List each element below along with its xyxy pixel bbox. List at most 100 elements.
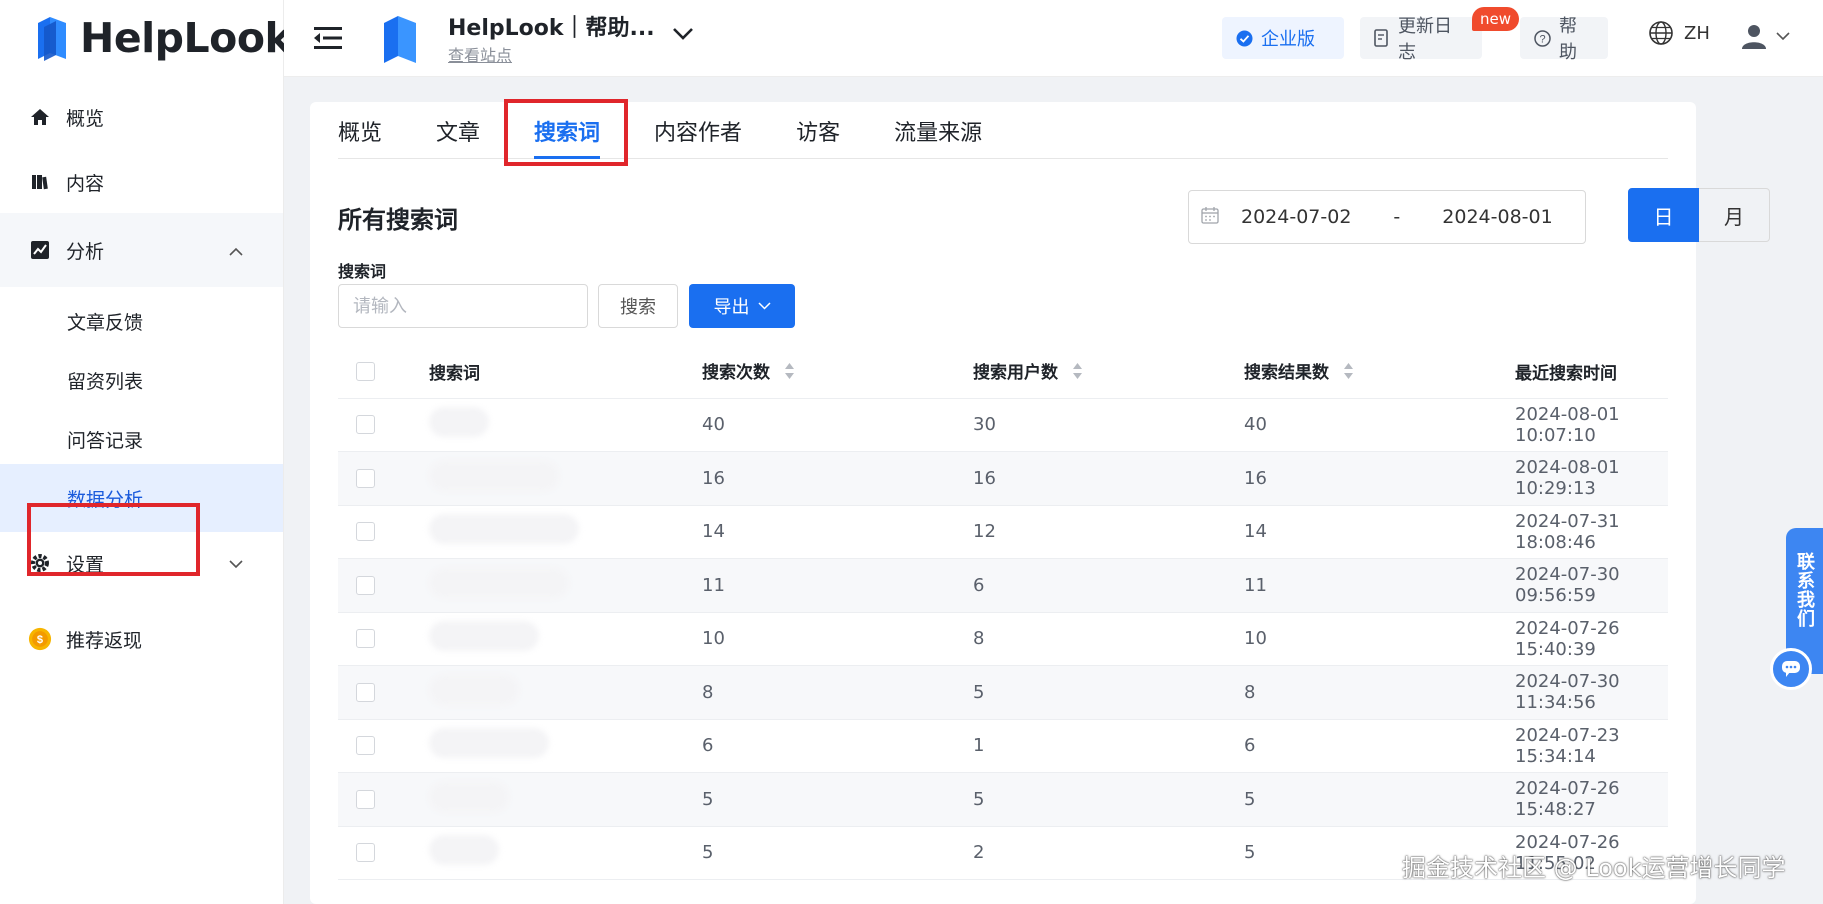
sidebar-item-analysis[interactable]: 分析 [0,213,283,287]
table-row[interactable]: 16 16 16 2024-08-01 10:29:13 [338,452,1668,506]
search-terms-table: 搜索词 搜索次数 搜索用户数 搜索结果数 最近搜索时间 40 30 40 2024-0… [338,345,1668,880]
table-row[interactable]: 11 6 11 2024-07-30 09:56:59 [338,559,1668,613]
chevron-down-icon[interactable] [672,26,694,45]
table-header-row: 搜索词 搜索次数 搜索用户数 搜索结果数 最近搜索时间 [338,345,1668,399]
language-switcher[interactable]: ZH [1648,20,1710,46]
row-select-cell [338,843,429,863]
tab-articles[interactable]: 文章 [436,102,480,159]
sort-icon[interactable] [784,362,795,385]
help-label: 帮助 [1559,16,1577,63]
calendar-icon [1201,206,1219,229]
tab-content-authors[interactable]: 内容作者 [654,102,742,159]
sidebar-item-settings[interactable]: 设置 [0,526,283,600]
section-title: 所有搜索词 [338,206,458,234]
row-checkbox[interactable] [356,629,375,649]
changelog-button[interactable]: 更新日志 [1360,16,1482,63]
row-checkbox[interactable] [356,736,375,756]
cell-last-search-time: 2024-07-26 15:48:27 [1515,778,1620,821]
enterprise-button[interactable]: 企业版 [1222,17,1344,59]
chat-bubble-icon[interactable] [1770,648,1812,690]
row-select-cell [338,789,429,809]
table-row[interactable]: 40 30 40 2024-08-01 10:07:10 [338,399,1668,452]
help-button[interactable]: ? 帮助 [1520,16,1608,63]
col-header-users[interactable]: 搜索用户数 [973,358,1244,385]
row-checkbox[interactable] [356,468,375,488]
sidebar-sub-leads-list[interactable]: 留资列表 [0,346,283,414]
cell-last-search-time: 2024-08-01 10:29:13 [1515,457,1620,500]
cell-results: 40 [1244,414,1267,436]
cell-users: 30 [973,414,996,436]
user-avatar-icon [1740,22,1768,50]
tab-search-terms[interactable]: 搜索词 [534,102,601,159]
row-checkbox[interactable] [356,575,375,595]
date-end[interactable]: 2024-08-01 [1442,206,1552,228]
svg-text:?: ? [1539,33,1545,45]
tab-visitors[interactable]: 访客 [796,102,840,159]
cell-searches: 16 [702,467,725,489]
sidebar-item-overview[interactable]: 概览 [0,80,283,154]
svg-text:$: $ [37,634,43,646]
date-start[interactable]: 2024-07-02 [1241,206,1351,228]
col-header-label: 搜索结果数 [1244,363,1329,383]
search-term-input[interactable] [338,284,588,328]
sort-icon[interactable] [1072,362,1083,385]
cell-users: 5 [973,681,985,703]
table-row[interactable]: 5 5 5 2024-07-26 15:48:27 [338,773,1668,827]
cell-searches: 11 [702,574,725,596]
search-button[interactable]: 搜索 [598,284,678,328]
cell-results: 16 [1244,467,1267,489]
table-row[interactable]: 8 5 8 2024-07-30 11:34:56 [338,666,1668,720]
cell-users: 2 [973,842,985,864]
export-button[interactable]: 导出 [689,284,795,328]
user-menu[interactable] [1740,22,1790,50]
sort-icon[interactable] [1343,362,1354,385]
date-range-picker[interactable]: 2024-07-02 - 2024-08-01 [1188,190,1586,244]
redacted-term [429,728,549,759]
sidebar-sub-article-feedback[interactable]: 文章反馈 [0,287,283,355]
cell-results: 14 [1244,521,1267,543]
granularity-day-button[interactable]: 日 [1628,188,1699,242]
tab-traffic-sources[interactable]: 流量来源 [894,102,982,159]
export-label: 导出 [713,297,750,318]
sidebar-item-content[interactable]: 内容 [0,145,283,219]
redacted-term [429,460,559,491]
col-header-searches[interactable]: 搜索次数 [702,358,973,385]
site-title[interactable]: HelpLook｜帮助... [448,10,655,42]
sidebar-item-label: 设置 [66,553,105,576]
table-row[interactable]: 14 12 14 2024-07-31 18:08:46 [338,506,1668,559]
row-checkbox[interactable] [356,843,375,863]
table-row[interactable]: 6 1 6 2024-07-23 15:34:14 [338,720,1668,773]
cell-results: 10 [1244,628,1267,650]
row-select-cell [338,415,429,435]
cell-searches: 40 [702,414,725,436]
row-checkbox[interactable] [356,789,375,809]
cell-searches: 5 [702,788,714,810]
row-select-cell [338,575,429,595]
col-header-term: 搜索词 [429,363,480,384]
select-all-checkbox[interactable] [356,361,375,381]
menu-collapse-icon[interactable] [314,26,342,54]
cell-term-redacted [429,781,702,817]
sidebar-item-referral[interactable]: $ 推荐返现 [0,602,283,676]
view-site-link[interactable]: 查看站点 [448,42,512,66]
row-select-cell [338,629,429,649]
new-badge: new [1472,7,1519,31]
row-checkbox[interactable] [356,682,375,702]
granularity-month-button[interactable]: 月 [1699,188,1770,242]
tab-overview[interactable]: 概览 [338,102,382,159]
row-checkbox[interactable] [356,522,375,542]
brand-logo[interactable]: HelpLook [0,0,292,76]
col-header-label: 搜索用户数 [973,363,1058,383]
row-checkbox[interactable] [356,415,375,435]
col-header-results[interactable]: 搜索结果数 [1244,358,1515,385]
granularity-toggle: 日 月 [1628,188,1770,242]
redacted-term [429,835,499,866]
sidebar-sub-qa-records[interactable]: 问答记录 [0,405,283,473]
cell-users: 1 [973,735,985,757]
cell-users: 6 [973,574,985,596]
cell-results: 11 [1244,574,1267,596]
redacted-term [429,567,569,598]
table-row[interactable]: 10 8 10 2024-07-26 15:40:39 [338,613,1668,666]
cell-searches: 6 [702,735,714,757]
sidebar-sub-data-analysis[interactable]: 数据分析 [0,464,283,532]
